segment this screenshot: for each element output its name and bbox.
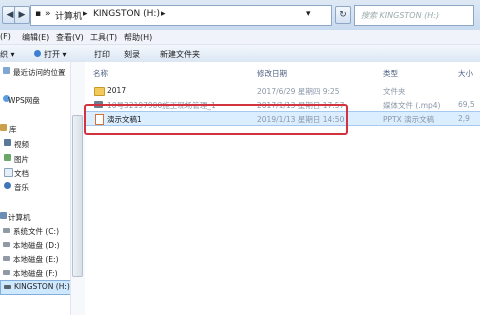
search-input[interactable]: 搜索 KINGSTON (H:): [354, 5, 474, 26]
picture-icon: [4, 154, 11, 161]
organize-button[interactable]: 织 ▾: [0, 49, 15, 60]
navigation-pane: 最近访问的位置 WPS网盘 库 视频 图片 文档 音乐 计算机 系统文件 (C:…: [0, 62, 77, 315]
breadcrumb-overflow[interactable]: »: [45, 9, 51, 19]
address-row: ◀ ▶ ▪ » 计算机 ▸ KINGSTON (H:) ▸ ▾ ↻ 搜索 KIN…: [0, 0, 480, 31]
file-list: 名称 修改日期 类型 大小 2017 2017/6/29 星期四 9:25 文件…: [85, 62, 480, 315]
folder-icon: [94, 87, 105, 96]
drive-icon: ▪: [35, 9, 42, 19]
column-header-name[interactable]: 名称: [93, 68, 108, 79]
column-header-date[interactable]: 修改日期: [257, 68, 287, 79]
sidebar-item-kingston[interactable]: KINGSTON (H:): [0, 280, 76, 295]
computer-icon: [0, 212, 7, 219]
column-header-size[interactable]: 大小: [458, 68, 473, 79]
menu-bar: (F) 编辑(E) 查看(V) 工具(T) 帮助(H): [0, 30, 480, 45]
drive-icon: [3, 256, 10, 261]
address-bar[interactable]: ▪ » 计算机 ▸ KINGSTON (H:) ▸ ▾: [30, 5, 332, 26]
drive-icon: [3, 242, 10, 247]
breadcrumb-kingston[interactable]: KINGSTON (H:): [93, 9, 160, 19]
drive-icon: [3, 270, 10, 275]
document-icon: [4, 168, 13, 177]
command-bar: 织 ▾ 打开 ▾ 打印 刻录 新建文件夹: [0, 45, 480, 63]
forward-button[interactable]: ▶: [14, 6, 30, 24]
search-placeholder: 搜索 KINGSTON (H:): [361, 11, 440, 20]
burn-button[interactable]: 刻录: [124, 49, 140, 60]
refresh-button[interactable]: ↻: [335, 6, 351, 24]
sidebar-scrollbar-thumb[interactable]: [72, 115, 83, 277]
menu-edit[interactable]: 编辑(E): [22, 32, 49, 43]
column-header-type[interactable]: 类型: [383, 68, 398, 79]
new-folder-button[interactable]: 新建文件夹: [160, 49, 200, 60]
video-icon: [4, 139, 11, 146]
breadcrumb-separator[interactable]: ▸: [161, 9, 166, 19]
address-dropdown-icon[interactable]: ▾: [306, 9, 311, 19]
file-row[interactable]: 2017 2017/6/29 星期四 9:25 文件夹: [85, 84, 480, 97]
library-icon: [0, 124, 7, 131]
highlight-box: [84, 104, 348, 135]
breadcrumb-computer[interactable]: 计算机: [55, 9, 82, 22]
menu-view[interactable]: 查看(V): [56, 32, 84, 43]
open-button[interactable]: 打开 ▾: [34, 49, 67, 60]
recent-places-icon: [3, 67, 10, 74]
menu-help[interactable]: 帮助(H): [124, 32, 152, 43]
refresh-icon: ↻: [339, 10, 347, 20]
open-icon: [34, 50, 41, 57]
print-button[interactable]: 打印: [94, 49, 110, 60]
usb-drive-icon: [4, 285, 11, 289]
menu-file[interactable]: (F): [0, 32, 11, 41]
music-icon: [4, 182, 11, 189]
drive-icon: [3, 228, 10, 233]
breadcrumb-separator[interactable]: ▸: [83, 9, 88, 19]
menu-tools[interactable]: 工具(T): [90, 32, 117, 43]
